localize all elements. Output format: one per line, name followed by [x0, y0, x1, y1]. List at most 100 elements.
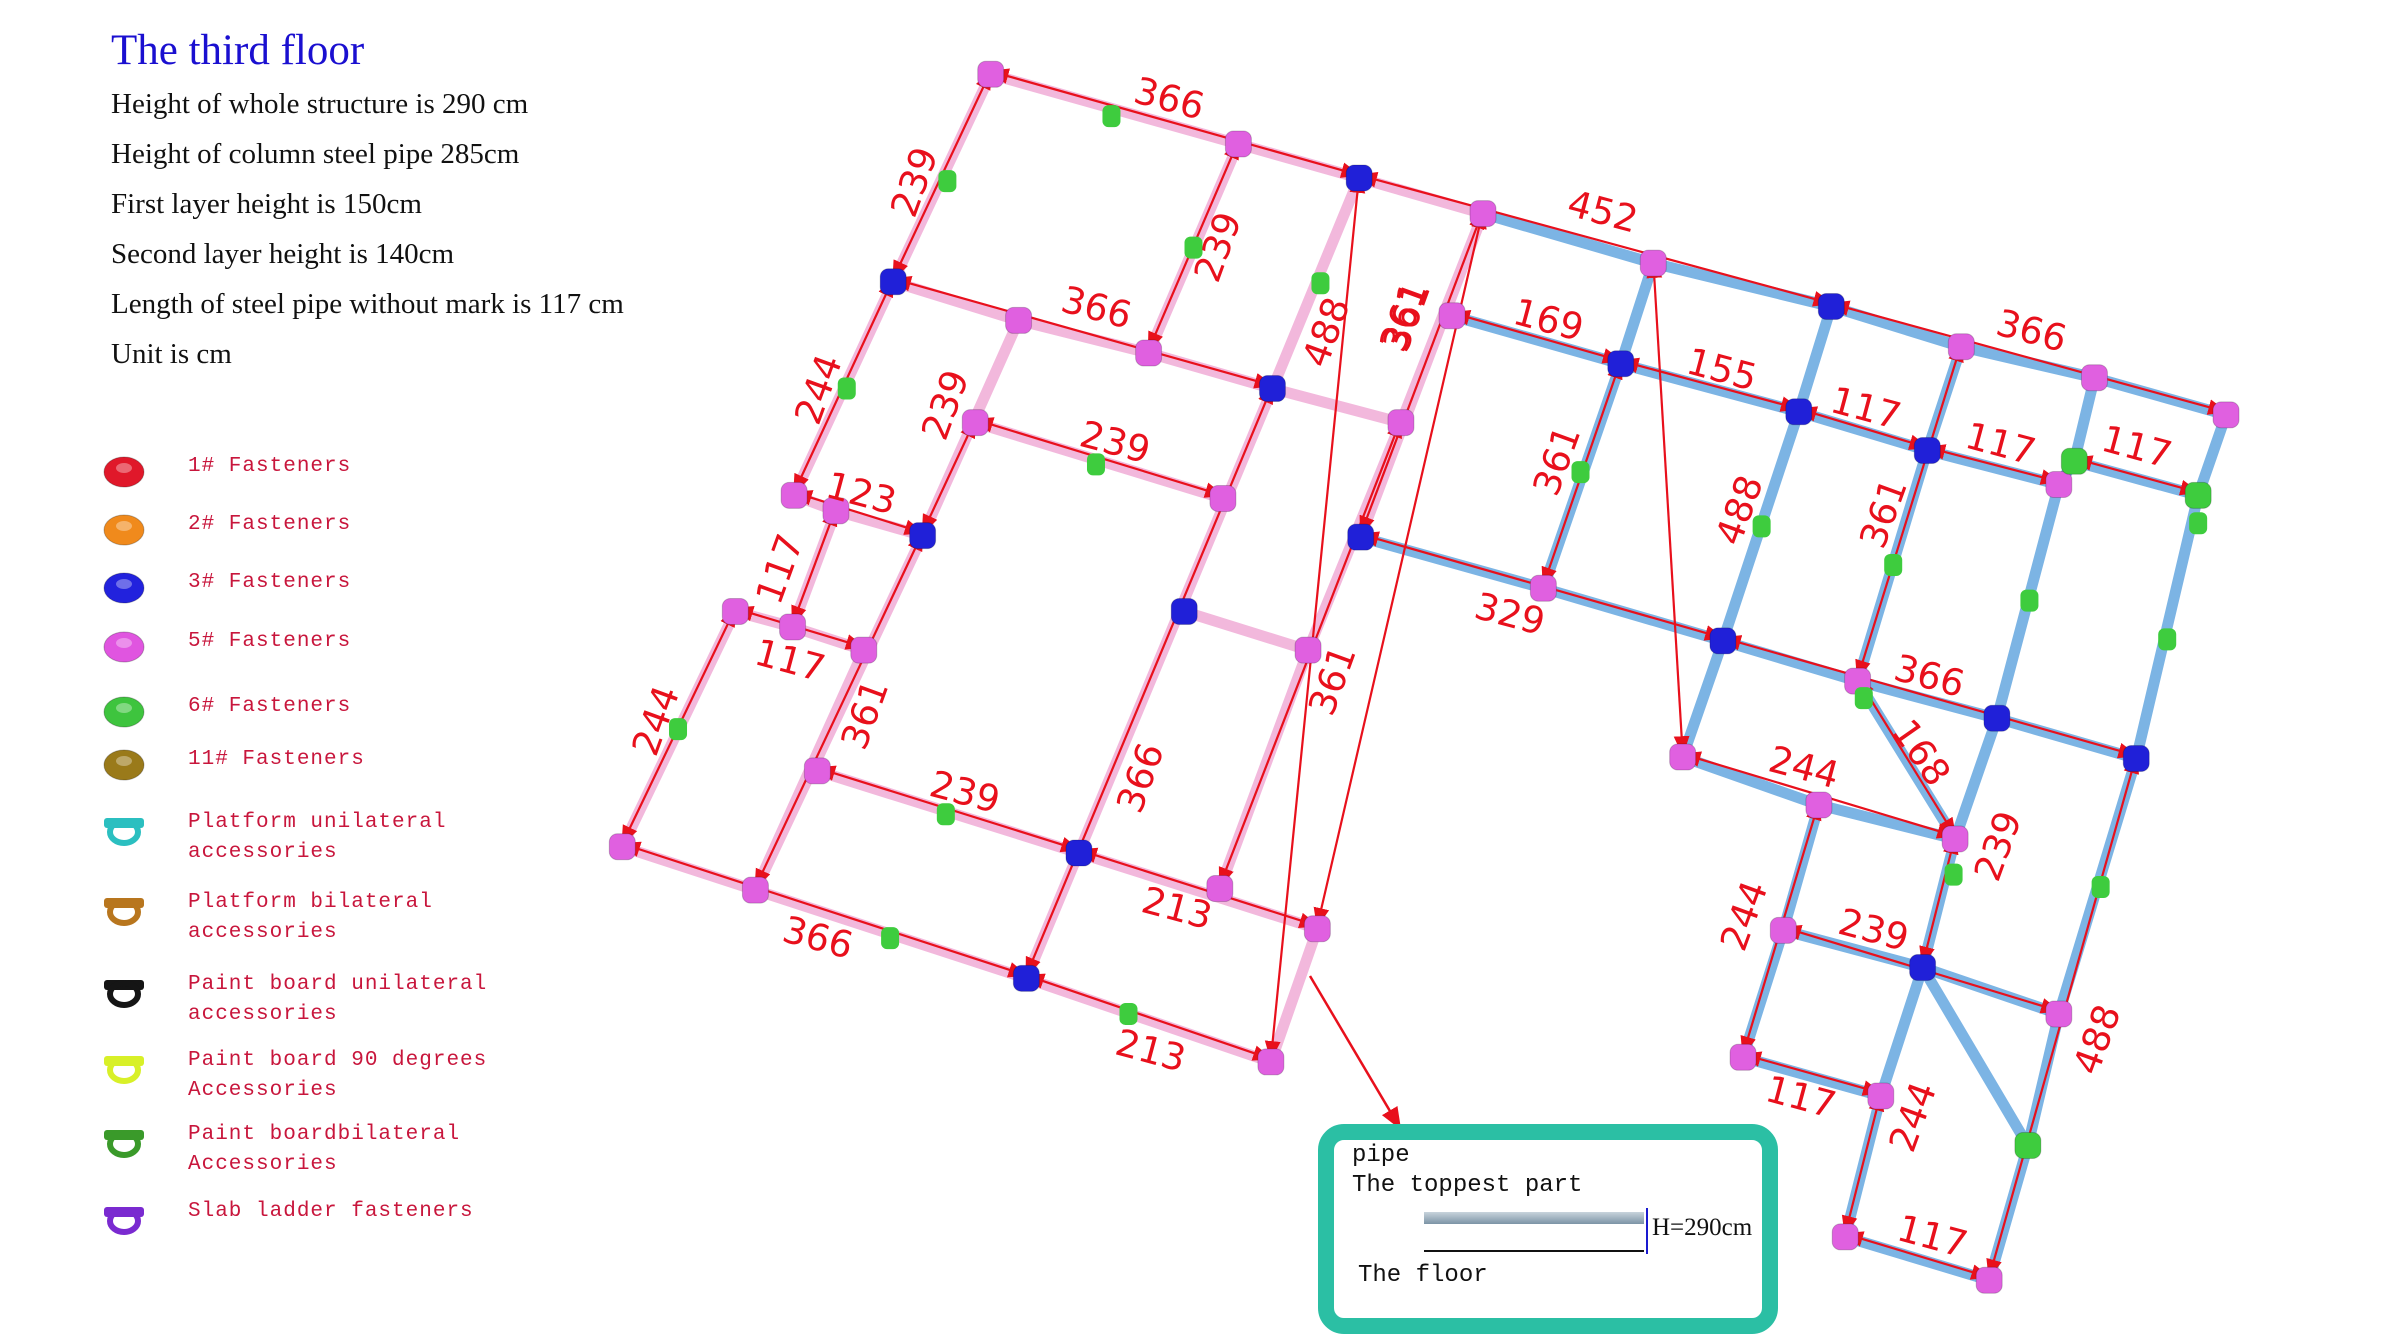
fastener-3-icon	[909, 522, 937, 550]
blue-pipe	[1355, 531, 1549, 594]
inset-height-arrow	[1646, 1208, 1648, 1254]
inset-floor-line	[1424, 1250, 1644, 1252]
pink-pipe	[1178, 605, 1314, 656]
fastener-5-icon	[780, 481, 808, 509]
fastener-5-icon	[961, 409, 989, 437]
fastener-5-icon	[1257, 1048, 1285, 1076]
fastener-3-icon	[1913, 436, 1941, 464]
fastener-3-icon	[1785, 398, 1813, 426]
paint-board-bilateral-icon	[2020, 589, 2039, 612]
fastener-5-icon	[1469, 200, 1497, 228]
dimension-label: 239	[1966, 806, 2031, 887]
blue-pipe	[1991, 712, 2142, 765]
fastener-5-icon	[850, 636, 878, 664]
fastener-5-icon	[1224, 130, 1252, 158]
pink-pipe	[1143, 347, 1278, 395]
paint-board-bilateral-icon	[881, 927, 900, 950]
dimension-arrow	[1646, 258, 1690, 756]
inset-floor-label: The floor	[1358, 1262, 1488, 1289]
fastener-5-icon	[1947, 333, 1975, 361]
dimension-label: 244	[1712, 875, 1777, 956]
paint-board-bilateral-icon	[1854, 687, 1873, 710]
floor-plan-diagram: 366239239366 488 361452169155366117117 1172…	[608, 60, 2240, 1294]
inset-pointer-line	[1308, 975, 1402, 1130]
blue-pipe	[2130, 489, 2204, 765]
inset-top-label: The toppest part	[1352, 1172, 1583, 1199]
dimension-label: 244	[624, 680, 689, 761]
fastener-5-icon	[1387, 409, 1415, 437]
inset-pipe-bar	[1424, 1212, 1644, 1224]
dimension-label: 239	[1186, 206, 1251, 287]
paint-board-bilateral-icon	[1102, 105, 1121, 128]
blue-pipe	[1777, 799, 1825, 936]
fastener-5-icon	[1438, 302, 1466, 330]
blue-pipe	[1825, 301, 1967, 353]
fastener-5-icon	[1867, 1082, 1895, 1110]
fastener-3-icon	[879, 268, 907, 296]
blue-pipe	[1875, 962, 1929, 1102]
pink-pipe	[616, 841, 761, 896]
dimension-label: 155	[1682, 340, 1761, 400]
fastener-3-icon	[1983, 704, 2011, 732]
fastener-3-icon	[1817, 293, 1845, 321]
paint-board-bilateral-icon	[2091, 876, 2110, 899]
dimension-arrow	[1919, 834, 1959, 967]
blue-pipe	[1677, 635, 1729, 763]
fastener-5-icon	[1975, 1266, 2003, 1294]
fastener-5-icon	[1303, 915, 1331, 943]
fastener-5-icon	[2212, 401, 2240, 429]
dimension-label: 239	[882, 141, 947, 222]
fastener-5-icon	[977, 60, 1005, 88]
dimension-label: 361	[1851, 473, 1916, 554]
fastener-5-icon	[608, 833, 636, 861]
blue-pipe	[1647, 257, 1837, 313]
fastener-5-icon	[1639, 249, 1667, 277]
dimension-label: 488	[2065, 999, 2130, 1080]
fastener-5-icon	[1831, 1223, 1859, 1251]
fastener-3-icon	[1709, 627, 1737, 655]
paint-board-bilateral-icon	[2158, 628, 2177, 651]
blue-pipe	[2088, 372, 2232, 421]
fastener-3-icon	[1345, 164, 1373, 192]
dimension-label: 244	[786, 349, 851, 430]
fastener-5-icon	[1135, 339, 1163, 367]
inset-pipe-label: pipe	[1352, 1142, 1410, 1169]
fastener-3-icon	[1170, 597, 1198, 625]
fastener-5-icon	[1529, 574, 1557, 602]
paint-board-bilateral-icon	[938, 170, 957, 193]
fastener-5-icon	[1729, 1043, 1757, 1071]
fastener-3-icon	[1607, 350, 1635, 378]
dimension-arrow	[1841, 1091, 1885, 1236]
fastener-5-icon	[2045, 1000, 2073, 1028]
fastener-5-icon	[1669, 743, 1697, 771]
fastener-5-icon	[1005, 306, 1033, 334]
fastener-6-icon	[2014, 1132, 2042, 1160]
paint-board-bilateral-icon	[2189, 512, 2208, 535]
fastener-3-icon	[1065, 839, 1093, 867]
fastener-3-icon	[1347, 523, 1375, 551]
blue-pipe	[1717, 635, 1864, 687]
fastener-3-icon	[1012, 964, 1040, 992]
fastener-6-icon	[2184, 481, 2212, 509]
inset-height-label: H=290cm	[1652, 1214, 1753, 1241]
blue-pipe	[1537, 582, 1729, 647]
fastener-3-icon	[2122, 745, 2150, 773]
paint-board-bilateral-icon	[1884, 554, 1903, 577]
height-inset: pipe The toppest part H=290cm The floor	[1318, 1124, 1778, 1334]
fastener-5-icon	[2045, 471, 2073, 499]
blue-pipe	[1793, 301, 1837, 418]
pink-pipe	[1232, 138, 1365, 184]
dimension-arrow	[1359, 208, 1485, 537]
fastener-3-icon	[1258, 375, 1286, 403]
fastener-5-icon	[741, 876, 769, 904]
blue-pipe	[1615, 257, 1659, 370]
fastener-5-icon	[1209, 484, 1237, 512]
dimension-label: 168	[1883, 711, 1959, 794]
fastener-5-icon	[1769, 916, 1797, 944]
fastener-5-icon	[721, 597, 749, 625]
paint-board-bilateral-icon	[1311, 272, 1330, 295]
fastener-5-icon	[2080, 364, 2108, 392]
fastener-3-icon	[1909, 954, 1937, 981]
fastener-5-icon	[1941, 825, 1969, 853]
pink-pipe	[1353, 172, 1489, 220]
